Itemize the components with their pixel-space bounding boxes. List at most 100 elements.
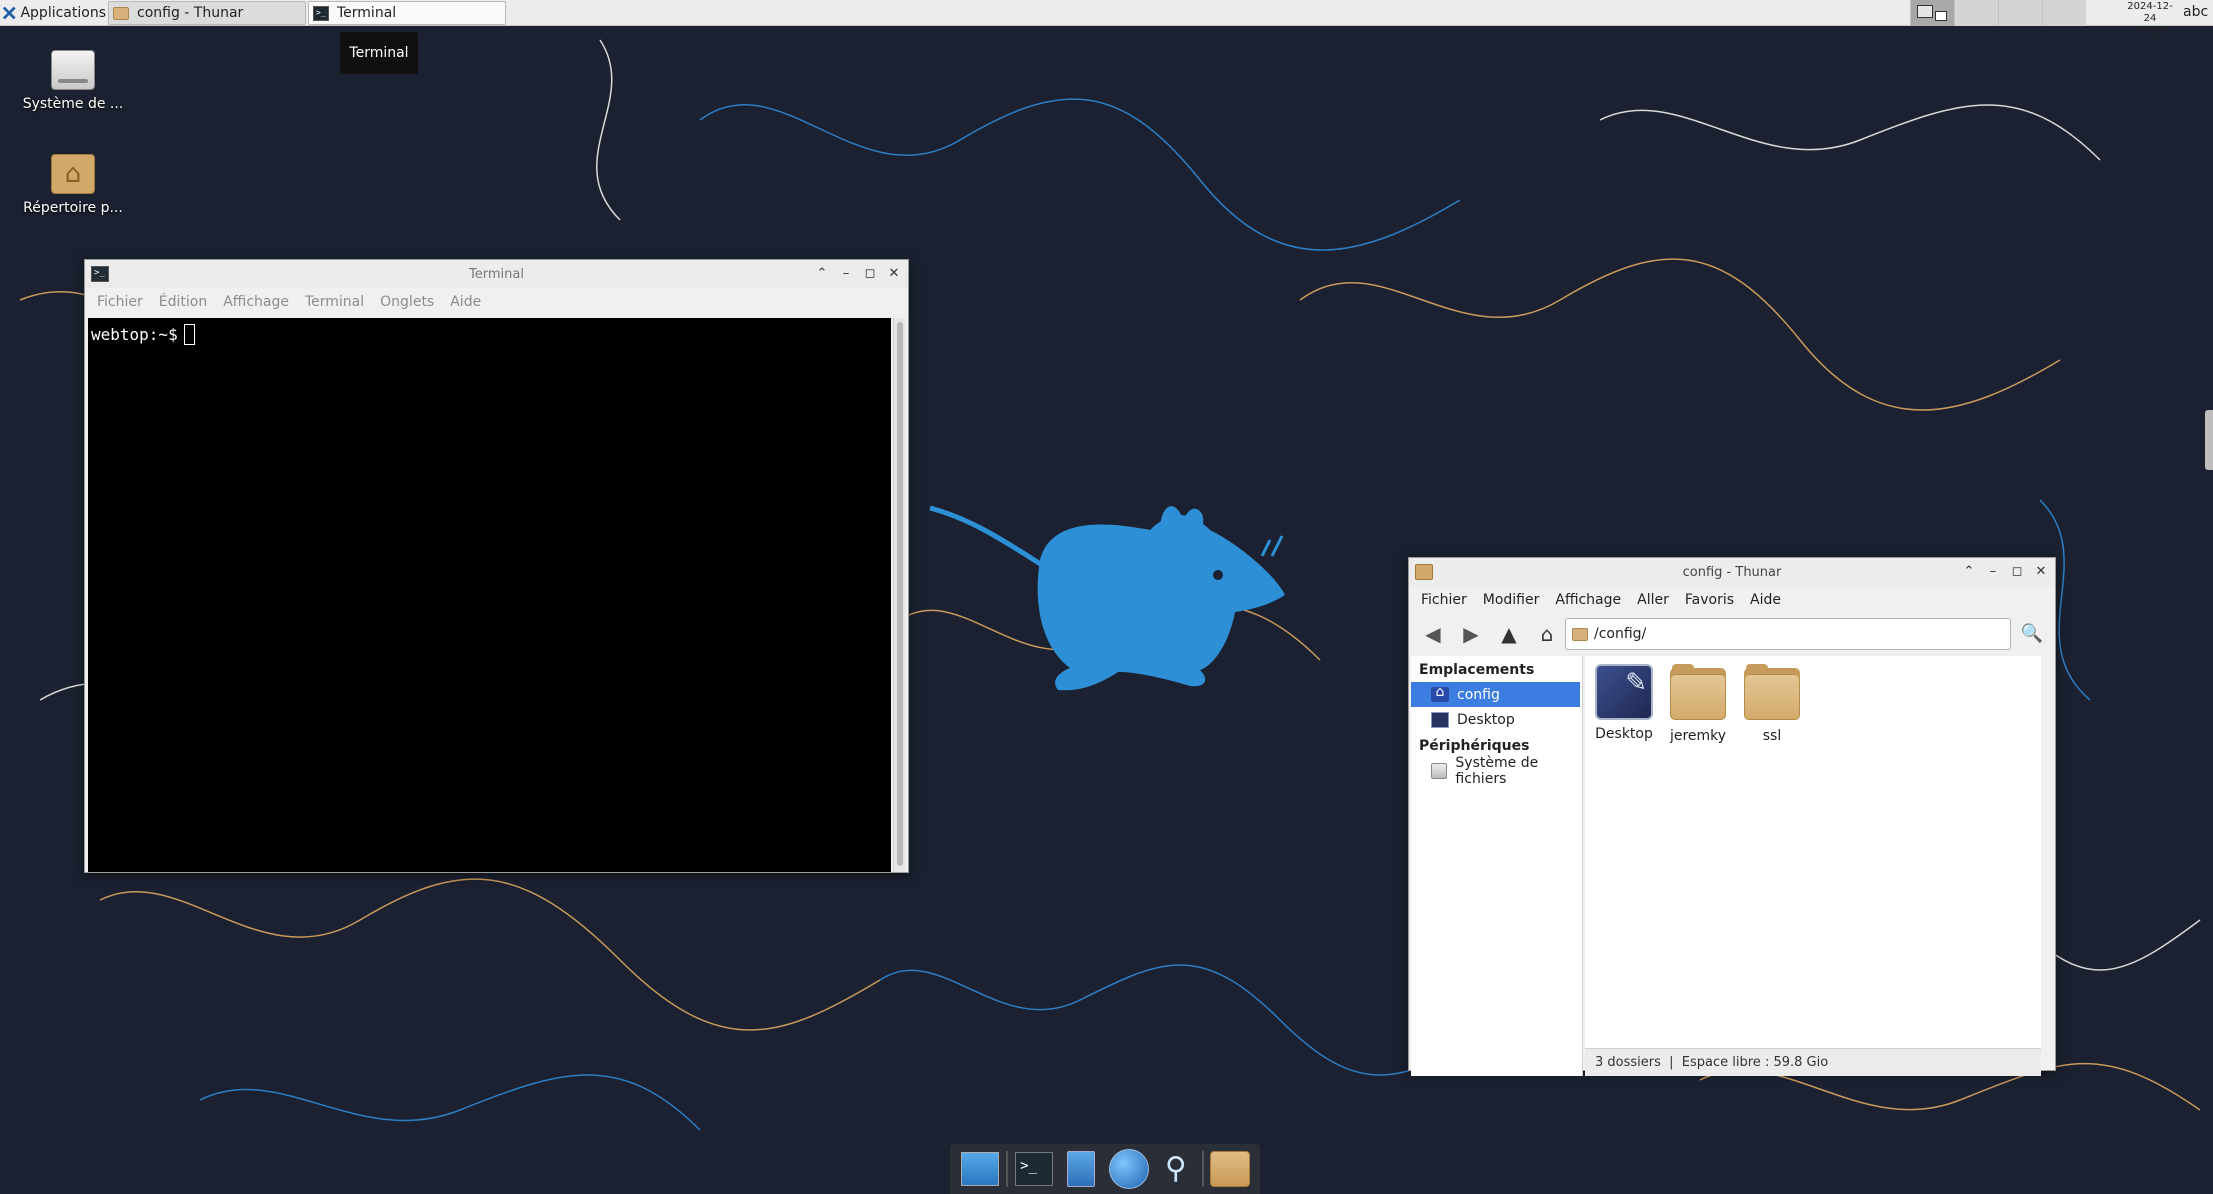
desktop-folder-icon xyxy=(1595,664,1653,720)
desktop-icon xyxy=(1431,711,1449,728)
workspace-2[interactable] xyxy=(1954,0,1998,26)
minimize-button[interactable]: – xyxy=(1983,562,2003,582)
minimize-button[interactable]: – xyxy=(836,264,856,284)
file-label: Desktop xyxy=(1595,726,1653,742)
terminal-cursor xyxy=(183,324,195,345)
terminal-prompt: webtop:~$ xyxy=(91,325,178,344)
home-folder-icon xyxy=(51,154,95,194)
sidebar-item-label: Desktop xyxy=(1457,711,1515,728)
location-path: /config/ xyxy=(1594,626,1647,642)
menu-modifier[interactable]: Modifier xyxy=(1475,592,1548,608)
sidebar-item-config[interactable]: config xyxy=(1411,682,1580,707)
terminal-title: Terminal xyxy=(469,266,524,282)
home-icon xyxy=(1431,684,1449,702)
up-arrow-icon[interactable]: ▲ xyxy=(1493,618,1525,650)
menu-affichage[interactable]: Affichage xyxy=(215,294,297,310)
location-bar[interactable]: /config/ xyxy=(1565,618,2011,650)
show-desktop-icon xyxy=(960,1152,999,1186)
menu-favoris[interactable]: Favoris xyxy=(1677,592,1742,608)
sidebar-item-label: config xyxy=(1457,686,1500,703)
bottom-dock: >_ ⚲ xyxy=(950,1144,1260,1194)
back-arrow-icon[interactable]: ◀ xyxy=(1417,618,1449,650)
dock-show-desktop[interactable] xyxy=(959,1148,1001,1190)
task-thunar[interactable]: config - Thunar xyxy=(108,1,306,25)
dock-app-finder[interactable]: ⚲ xyxy=(1155,1148,1197,1190)
close-button[interactable]: ✕ xyxy=(884,264,904,284)
thunar-menubar: Fichier Modifier Affichage Aller Favoris… xyxy=(1409,586,2055,614)
menu-onglets[interactable]: Onglets xyxy=(372,294,442,310)
dock-web-browser[interactable] xyxy=(1108,1148,1150,1190)
dock-terminal[interactable]: >_ xyxy=(1013,1148,1055,1190)
sidebar-item-label: Système de fichiers xyxy=(1455,754,1539,787)
forward-arrow-icon[interactable]: ▶ xyxy=(1455,618,1487,650)
menu-edition[interactable]: Édition xyxy=(151,294,215,310)
edge-panel-handle[interactable] xyxy=(2205,410,2213,470)
shade-button[interactable]: ⌃ xyxy=(1959,562,1979,582)
folder-icon xyxy=(1668,664,1728,722)
sidebar-item-filesystem[interactable]: Système de fichiers xyxy=(1411,755,1580,787)
close-button[interactable]: ✕ xyxy=(2031,562,2051,582)
dock-file-manager[interactable] xyxy=(1209,1148,1251,1190)
panel-clock[interactable]: 2024-12-24 13:22 xyxy=(2122,1,2178,37)
desktop-icon-home[interactable]: Répertoire p... xyxy=(18,154,128,216)
menu-aide[interactable]: Aide xyxy=(442,294,489,310)
maximize-button[interactable]: ◻ xyxy=(860,264,880,284)
drive-icon xyxy=(51,50,95,90)
task-thunar-label: config - Thunar xyxy=(137,5,244,21)
file-item-ssl[interactable]: ssl xyxy=(1737,664,1807,744)
file-label: jeremky xyxy=(1669,728,1727,744)
clock-time: 13:22 xyxy=(2135,25,2165,36)
workspace-switcher xyxy=(1910,0,2086,26)
terminal-window: >_ Terminal ⌃ – ◻ ✕ Fichier Édition Affi… xyxy=(84,259,909,873)
workspace-4[interactable] xyxy=(2042,0,2086,26)
globe-icon xyxy=(1108,1149,1149,1189)
thunar-sidebar: Emplacements config Desktop Périphérique… xyxy=(1411,656,1583,1076)
home-icon[interactable]: ⌂ xyxy=(1531,618,1563,650)
menu-terminal[interactable]: Terminal xyxy=(297,294,372,310)
dock-separator xyxy=(1005,1151,1008,1187)
terminal-scrollbar[interactable] xyxy=(893,318,905,872)
thunar-titlebar[interactable]: config - Thunar ⌃ – ◻ ✕ xyxy=(1409,558,2055,586)
maximize-button[interactable]: ◻ xyxy=(2007,562,2027,582)
drive-icon xyxy=(1431,762,1448,779)
file-label: ssl xyxy=(1762,728,1782,744)
terminal-menubar: Fichier Édition Affichage Terminal Ongle… xyxy=(85,288,908,316)
menu-affichage[interactable]: Affichage xyxy=(1547,592,1629,608)
folder-icon xyxy=(1742,664,1802,722)
menu-fichier[interactable]: Fichier xyxy=(1413,592,1475,608)
task-terminal[interactable]: >_ Terminal xyxy=(308,1,506,25)
shade-button[interactable]: ⌃ xyxy=(812,264,832,284)
workspace-1[interactable] xyxy=(1910,0,1954,26)
search-icon[interactable]: 🔍 xyxy=(2017,620,2047,648)
file-item-desktop[interactable]: Desktop xyxy=(1589,664,1659,742)
menu-aide[interactable]: Aide xyxy=(1742,592,1789,608)
terminal-output[interactable]: webtop:~$ xyxy=(88,318,891,872)
task-tooltip: Terminal xyxy=(340,32,418,74)
xfce-logo-icon xyxy=(2,6,16,20)
clock-date: 2024-12-24 xyxy=(2127,1,2173,24)
dock-separator xyxy=(1202,1151,1205,1187)
folder-icon xyxy=(1210,1151,1251,1187)
workspace-window-preview xyxy=(1917,5,1933,18)
desktop-icon-label: Système de ... xyxy=(22,96,124,112)
applications-menu-button[interactable]: Applications xyxy=(2,1,106,25)
top-panel: Applications config - Thunar >_ Terminal… xyxy=(0,0,2213,36)
terminal-icon: >_ xyxy=(1015,1152,1054,1186)
menu-aller[interactable]: Aller xyxy=(1629,592,1677,608)
thunar-statusbar: 3 dossiers | Espace libre : 59.8 Gio xyxy=(1585,1048,2041,1076)
scrollbar-thumb[interactable] xyxy=(897,322,903,866)
file-item-jeremky[interactable]: jeremky xyxy=(1663,664,1733,744)
desktop-icon-filesystem[interactable]: Système de ... xyxy=(18,50,128,112)
workspace-3[interactable] xyxy=(1998,0,2042,26)
dock-task-manager[interactable] xyxy=(1060,1148,1102,1190)
magnifier-icon: ⚲ xyxy=(1164,1151,1187,1186)
task-terminal-label: Terminal xyxy=(337,5,397,21)
thunar-window: config - Thunar ⌃ – ◻ ✕ Fichier Modifier… xyxy=(1408,557,2056,1076)
desktop-icon-label: Répertoire p... xyxy=(23,200,123,216)
task-manager-icon xyxy=(1067,1151,1096,1187)
terminal-titlebar[interactable]: >_ Terminal ⌃ – ◻ ✕ xyxy=(85,260,908,288)
menu-fichier[interactable]: Fichier xyxy=(89,294,151,310)
sidebar-item-desktop[interactable]: Desktop xyxy=(1411,707,1580,732)
keyboard-layout-indicator[interactable]: abc xyxy=(2183,4,2208,20)
file-view[interactable]: Desktop jeremky ssl xyxy=(1585,656,2041,1048)
